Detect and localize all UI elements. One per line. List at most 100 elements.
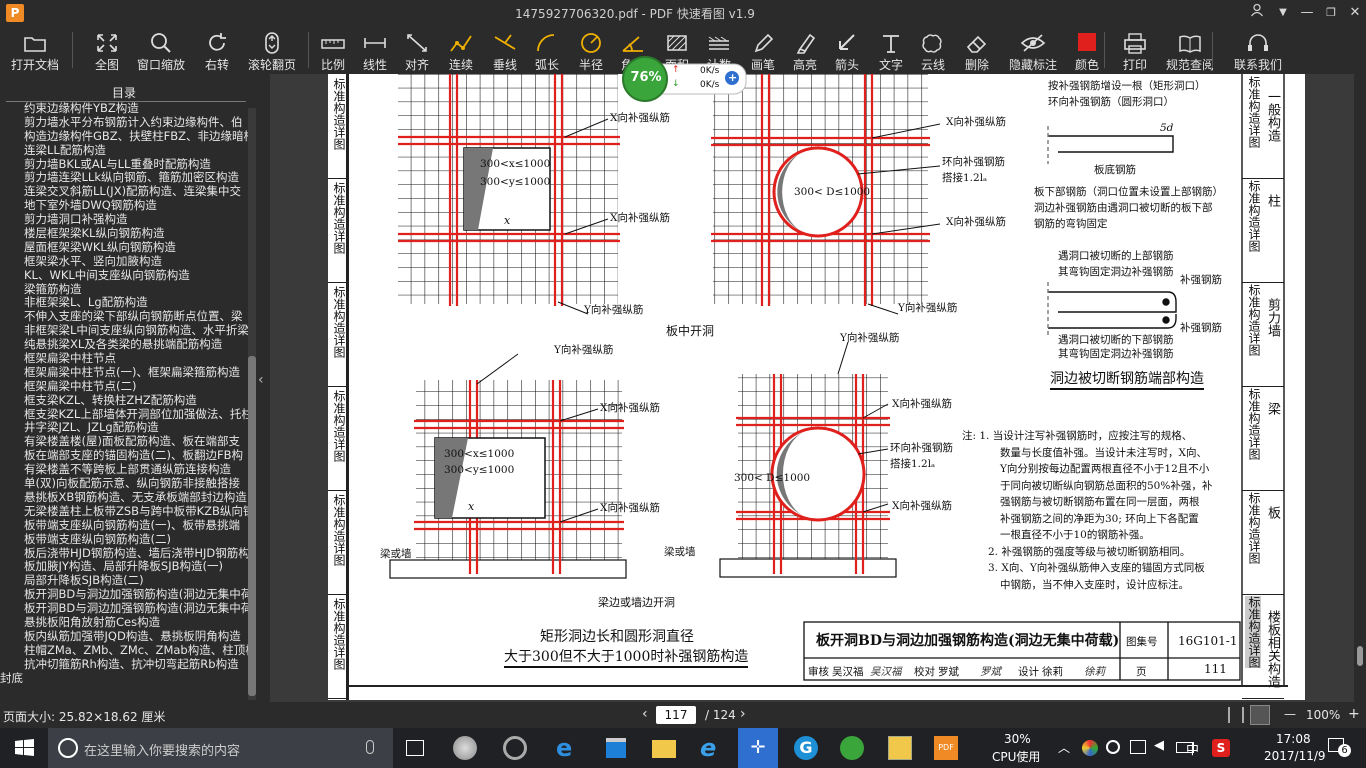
prev-page-icon[interactable]: ‹ xyxy=(642,706,648,722)
toc-item[interactable]: 剪力墙BKL或AL与LL重叠时配筋构造 xyxy=(0,158,248,172)
toc-item[interactable]: 框架扁梁中柱节点(二) xyxy=(0,380,248,394)
contact-button[interactable]: 联系我们 xyxy=(1230,26,1286,74)
toc-item[interactable]: 纯悬挑梁XL及各类梁的悬挑端配筋构造 xyxy=(0,338,248,352)
ime-language[interactable]: 中 xyxy=(1186,739,1199,758)
fit-page-button[interactable]: 全图 xyxy=(88,26,126,74)
toc-item[interactable]: 悬挑板阳角放射筋Ces构造 xyxy=(0,616,248,630)
single-page-view-icon[interactable] xyxy=(1250,705,1270,725)
store-icon[interactable] xyxy=(596,732,636,764)
toc-item[interactable]: 封底 xyxy=(0,672,248,686)
tray-app-icon[interactable] xyxy=(1082,740,1098,756)
spec-query-button[interactable]: 规范查阅 xyxy=(1162,26,1218,74)
aligned-button[interactable]: 对齐 xyxy=(400,26,434,74)
toc-item[interactable]: 板后浇带HJD钢筋构造、墙后浇带HJD钢筋构 xyxy=(0,547,248,561)
toc-item[interactable]: 框支梁KZL上部墙体开洞部位加强做法、托柱 xyxy=(0,408,248,422)
toc-item[interactable]: 有梁楼盖不等跨板上部贯通纵筋连接构造 xyxy=(0,463,248,477)
toc-item[interactable]: 框架扁梁中柱节点(一)、框架扁梁箍筋构造 xyxy=(0,366,248,380)
menu-dropdown-icon[interactable]: ▼ xyxy=(1272,3,1294,23)
open-file-button[interactable]: 打开文档 xyxy=(4,26,66,74)
toc-item[interactable]: 柱帽ZMa、ZMb、ZMc、ZMab构造、柱顶柱帽 xyxy=(0,644,248,658)
expand-plus-icon[interactable]: + xyxy=(728,71,737,84)
text-button[interactable]: 文字 xyxy=(874,26,908,74)
toc-item[interactable]: 构造边缘构件GBZ、扶壁柱FBZ、非边缘暗柱 xyxy=(0,130,248,144)
viewer-scrollbar-track[interactable] xyxy=(1354,74,1366,702)
windows-start-icon[interactable] xyxy=(4,732,44,764)
arrow-button[interactable]: 箭头 xyxy=(830,26,864,74)
toc-item[interactable]: 板带端支座纵向钢筋构造(一)、板带悬挑端 xyxy=(0,519,248,533)
toc-item[interactable]: 不伸入支座的梁下部纵向钢筋断点位置、梁 xyxy=(0,310,248,324)
microphone-icon[interactable] xyxy=(366,740,374,754)
toc-item[interactable]: 非框架梁L中间支座纵向钢筋构造、水平折梁 xyxy=(0,324,248,338)
task-view-icon[interactable] xyxy=(396,732,436,764)
taskbar-search-box[interactable]: 在这里输入你要搜索的内容 xyxy=(48,728,393,768)
toc-item[interactable]: 板内纵筋加强带JQD构造、悬挑板阴角构造 xyxy=(0,630,248,644)
toc-item[interactable]: KL、WKL中间支座纵向钢筋构造 xyxy=(0,269,248,283)
volume-icon[interactable]: ◀ xyxy=(1154,738,1164,753)
delete-button[interactable]: 删除 xyxy=(958,26,996,74)
toc-item[interactable]: 井字梁JZL、JZLg配筋构造 xyxy=(0,421,248,435)
arc-length-button[interactable]: 弧长 xyxy=(530,26,564,74)
toc-item[interactable]: 板开洞BD与洞边加强钢筋构造(洞边无集中荷 xyxy=(0,602,248,616)
toc-item[interactable]: 悬挑板XB钢筋构造、无支承板端部封边构造 xyxy=(0,491,248,505)
collapse-sidebar-icon[interactable]: ‹ xyxy=(258,372,270,402)
page-number-input[interactable]: 117 xyxy=(656,706,696,724)
toc-item[interactable]: 局部升降板SJB构造(二) xyxy=(0,574,248,588)
scale-button[interactable]: 比例 xyxy=(316,26,350,74)
notes-app-icon[interactable] xyxy=(880,732,920,764)
pen-button[interactable]: 画笔 xyxy=(746,26,780,74)
pdf-app-icon[interactable]: PDF xyxy=(926,732,966,764)
toc-item[interactable]: 剪力墙连梁LLk纵向钢筋、箍筋加密区构造 xyxy=(0,171,248,185)
linear-button[interactable]: 线性 xyxy=(358,26,392,74)
toc-item[interactable]: 板带端支座纵向钢筋构造(二) xyxy=(0,533,248,547)
scroll-page-button[interactable]: 滚轮翻页 xyxy=(244,26,300,74)
toc-item[interactable]: 非框架梁L、Lg配筋构造 xyxy=(0,296,248,310)
toc-item[interactable]: 剪力墙水平分布钢筋计入约束边缘构件、伯 xyxy=(0,116,248,130)
user-icon[interactable] xyxy=(1246,3,1268,23)
toc-item[interactable]: 框架扁梁中柱节点 xyxy=(0,352,248,366)
hide-marks-button[interactable]: 隐藏标注 xyxy=(1004,26,1062,74)
perpendicular-button[interactable]: 垂线 xyxy=(488,26,522,74)
toc-item[interactable]: 地下室外墙DWQ钢筋构造 xyxy=(0,199,248,213)
zoom-in-button[interactable]: + xyxy=(1348,706,1360,722)
clock-time[interactable]: 17:08 xyxy=(1276,732,1311,746)
toc-item[interactable]: 板开洞BD与洞边加强钢筋构造(洞边无集中荷 xyxy=(0,588,248,602)
cloud-button[interactable]: 云线 xyxy=(916,26,950,74)
toc-item[interactable]: 框架梁水平、竖向加腋构造 xyxy=(0,255,248,269)
toc-item[interactable]: 抗冲切箍筋Rh构造、抗冲切弯起筋Rb构造 xyxy=(0,658,248,672)
tool-app-icon[interactable] xyxy=(495,732,535,764)
clock-date[interactable]: 2017/11/9 xyxy=(1264,749,1326,763)
pinwheel-app-icon[interactable] xyxy=(445,732,485,764)
pdf-viewer-taskbar-icon[interactable]: ✛ xyxy=(738,728,778,768)
toc-item[interactable]: 连梁交叉斜筋LL(JX)配筋构造、连梁集中交 xyxy=(0,185,248,199)
continuous-button[interactable]: 连续 xyxy=(444,26,478,74)
close-button[interactable]: ✕ xyxy=(1344,3,1366,23)
toc-item[interactable]: 板加腋JY构造、局部升降板SJB构造(一) xyxy=(0,560,248,574)
toc-item[interactable]: 剪力墙洞口补强构造 xyxy=(0,213,248,227)
toc-item[interactable]: 梁箍筋构造 xyxy=(0,283,248,297)
radius-button[interactable]: 半径 xyxy=(574,26,608,74)
rotate-right-button[interactable]: 右转 xyxy=(200,26,234,74)
cloud-sync-icon[interactable] xyxy=(1106,740,1120,754)
sogou-ime-icon[interactable]: S xyxy=(1212,739,1230,757)
edge-browser-icon[interactable]: e xyxy=(548,732,588,764)
toc-item[interactable]: 屋面框架梁WKL纵向钢筋构造 xyxy=(0,241,248,255)
document-viewer[interactable]: X向补强纵筋 X向补强纵筋 Y向补强纵筋 300<x≤1000 300<y≤1000 x X… xyxy=(270,74,1354,702)
color-button[interactable]: 颜色 xyxy=(1070,26,1104,74)
toc-item[interactable]: 有梁楼盖楼(屋)面板配筋构造、板在端部支 xyxy=(0,435,248,449)
file-explorer-icon[interactable] xyxy=(644,732,684,764)
toc-item[interactable]: 单(双)向板配筋示意、纵向钢筋非接触搭接 xyxy=(0,477,248,491)
network-speed-widget[interactable]: 76% ↑ ↓ 0K/s 0K/s + xyxy=(622,56,748,102)
toc-item[interactable]: 框支梁KZL、转换柱ZHZ配筋构造 xyxy=(0,394,248,408)
toc-item[interactable]: 无梁楼盖柱上板带ZSB与跨中板带KZB纵向钢 xyxy=(0,505,248,519)
restore-button[interactable]: ❐ xyxy=(1320,3,1342,23)
toc-item[interactable]: 连梁LL配筋构造 xyxy=(0,144,248,158)
print-button[interactable]: 打印 xyxy=(1118,26,1152,74)
minimize-button[interactable]: — xyxy=(1296,3,1318,23)
green-app-icon[interactable] xyxy=(832,732,872,764)
highlight-button[interactable]: 高亮 xyxy=(788,26,822,74)
toc-item[interactable]: 板在端部支座的锚固构造(二)、板翻边FB构 xyxy=(0,449,248,463)
internet-explorer-icon[interactable]: e xyxy=(692,732,732,764)
viewer-scrollbar-thumb[interactable] xyxy=(1357,646,1363,666)
network-icon[interactable] xyxy=(1130,740,1146,754)
toc-scrollbar-thumb[interactable] xyxy=(248,356,256,696)
